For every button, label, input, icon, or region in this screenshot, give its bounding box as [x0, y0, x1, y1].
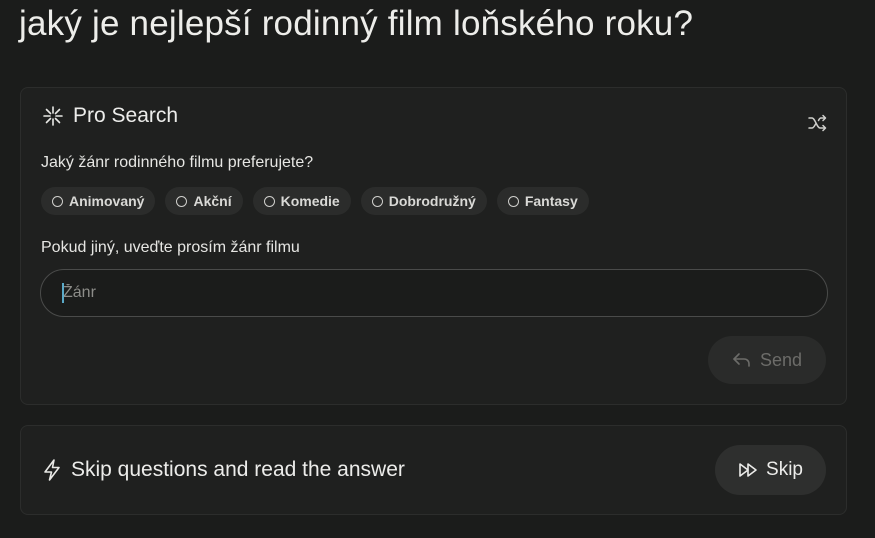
option-animovany[interactable]: Animovaný	[41, 187, 156, 215]
skip-card: Skip questions and read the answer Skip	[20, 425, 847, 515]
skip-prompt: Skip questions and read the answer	[42, 458, 405, 482]
genre-options: Animovaný Akční Komedie Dobrodružný Fant…	[41, 187, 589, 215]
option-fantasy[interactable]: Fantasy	[496, 187, 589, 215]
skip-text: Skip questions and read the answer	[71, 458, 405, 481]
option-dobrodruzny[interactable]: Dobrodružný	[360, 187, 487, 215]
option-label: Animovaný	[69, 193, 145, 209]
pro-search-card: Pro Search Jaký žánr rodinného filmu pre…	[20, 87, 847, 405]
skip-label: Skip	[766, 459, 803, 480]
option-label: Akční	[193, 193, 232, 209]
option-label: Fantasy	[524, 193, 578, 209]
page-title: jaký je nejlepší rodinný film loňského r…	[19, 4, 694, 43]
other-genre-label: Pokud jiný, uveďte prosím žánr filmu	[41, 239, 300, 256]
radio-icon	[371, 195, 383, 207]
radio-icon	[176, 195, 188, 207]
send-button[interactable]: Send	[708, 336, 826, 384]
genre-question: Jaký žánr rodinného filmu preferujete?	[41, 154, 314, 171]
text-caret	[62, 283, 64, 303]
lightning-icon	[44, 459, 60, 481]
option-komedie[interactable]: Komedie	[252, 187, 351, 215]
pro-search-title: Pro Search	[73, 104, 179, 127]
option-label: Komedie	[280, 193, 340, 209]
skip-button[interactable]: Skip	[715, 445, 826, 495]
sparkle-icon	[43, 106, 63, 126]
reply-arrow-icon	[733, 353, 750, 367]
radio-icon	[52, 195, 63, 207]
fast-forward-icon	[739, 463, 757, 477]
option-akcni[interactable]: Akční	[165, 187, 243, 215]
shuffle-icon[interactable]	[808, 114, 828, 132]
option-label: Dobrodružný	[388, 193, 476, 209]
genre-input[interactable]	[40, 269, 828, 317]
pro-search-header: Pro Search	[42, 104, 178, 128]
radio-icon	[507, 195, 519, 207]
send-label: Send	[759, 349, 803, 370]
radio-icon	[263, 195, 275, 207]
